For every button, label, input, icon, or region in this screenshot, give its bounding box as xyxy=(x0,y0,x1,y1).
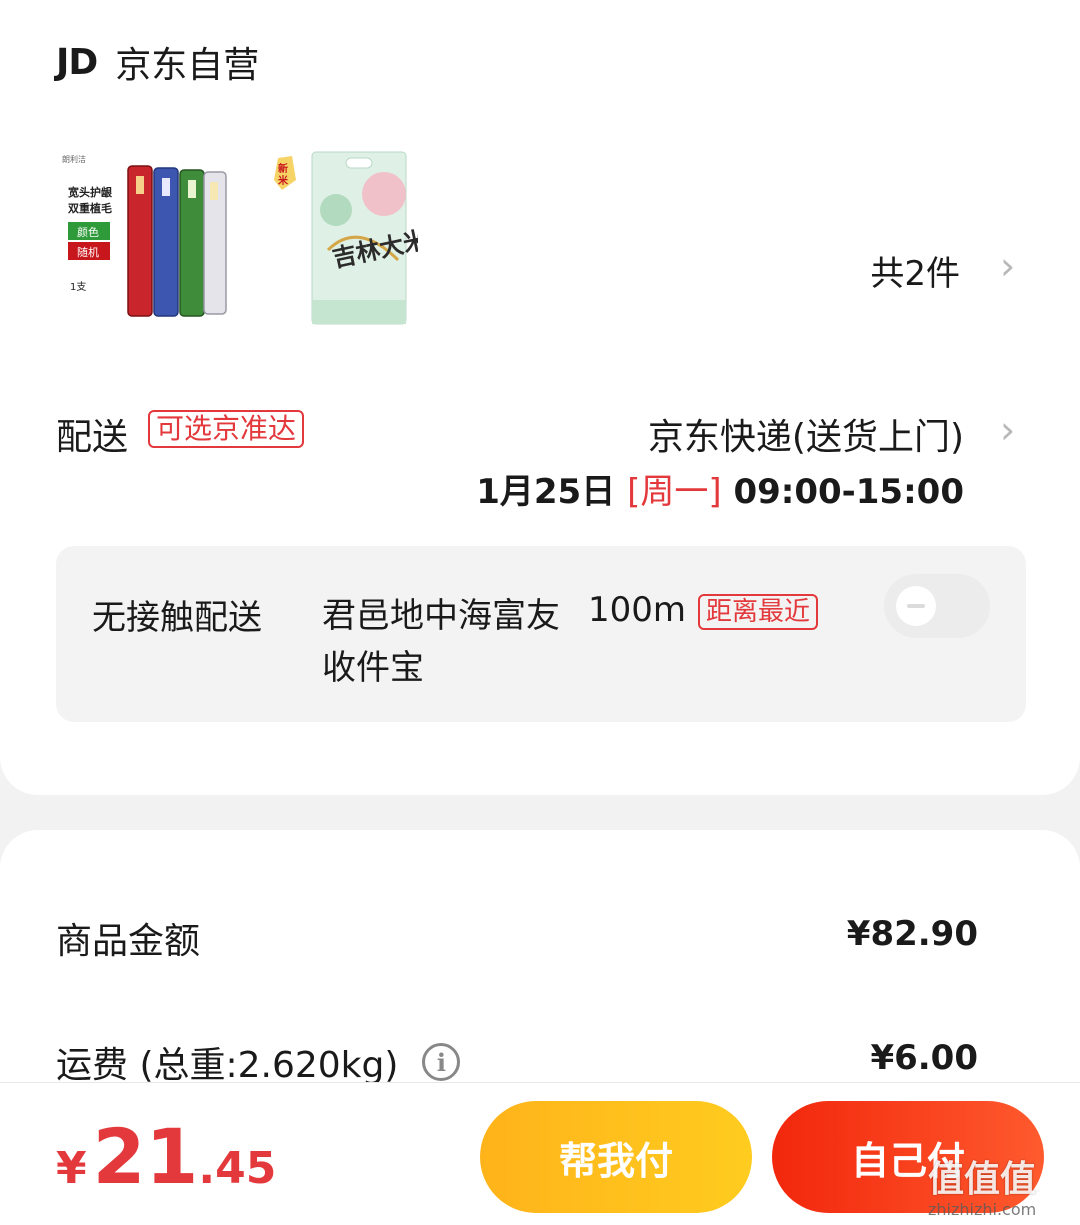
pickup-distance: 100m xyxy=(588,590,687,630)
contactless-label: 无接触配送 xyxy=(92,598,262,638)
delivery-date: 1月25日 xyxy=(476,472,616,512)
delivery-time[interactable]: 1月25日 [周一] 09:00-15:00 xyxy=(476,464,964,513)
item-count[interactable]: 共2件 xyxy=(870,246,960,295)
goods-amount-label: 商品金额 xyxy=(56,921,201,962)
product-thumbnail-toothbrush[interactable]: 朗利洁 宽头护龈 双重植毛 颜色 随机 1支 xyxy=(56,150,232,326)
jingzhunda-tag[interactable]: 可选京准达 xyxy=(148,410,305,448)
color-tag-text: 颜色 xyxy=(77,225,99,239)
chevron-right-icon[interactable]: › xyxy=(1000,244,1015,288)
product-thumbnail-rice[interactable]: 新 米 吉林大米 xyxy=(268,150,418,326)
rice-badge-top: 新 xyxy=(278,162,288,175)
checkout-bar: ¥ 21 .45 帮我付 自己付 xyxy=(0,1082,1080,1225)
total-integer: 21 xyxy=(92,1112,199,1201)
shipping-value: ¥6.00 xyxy=(870,1038,978,1078)
contactless-toggle[interactable] xyxy=(884,574,990,638)
rice-badge-bottom: 米 xyxy=(278,174,289,187)
watermark-site: zhizhizhi.com xyxy=(928,1200,1037,1219)
help-pay-button[interactable]: 帮我付 xyxy=(480,1101,752,1213)
toothbrush-line1: 宽头护龈 xyxy=(67,185,113,199)
shop-name: 京东自营 xyxy=(115,45,260,86)
chevron-right-icon[interactable]: › xyxy=(1000,408,1015,452)
pickup-locker-address: 君邑地中海富友收件宝 xyxy=(322,596,560,688)
total-price: ¥ 21 .45 xyxy=(56,1117,276,1197)
delivery-weekday: [周一] xyxy=(627,472,722,512)
currency-symbol: ¥ xyxy=(56,1143,87,1194)
random-tag-text: 随机 xyxy=(77,245,99,259)
toothbrush-brand: 朗利洁 xyxy=(62,154,86,164)
jd-logo: JD xyxy=(56,41,98,83)
shop-header: JD 京东自营 xyxy=(56,36,259,88)
delivery-window: 09:00-15:00 xyxy=(733,472,964,512)
info-icon[interactable]: i xyxy=(422,1043,461,1081)
contactless-delivery-box: 无接触配送 君邑地中海富友收件宝 100m 距离最近 xyxy=(56,546,1026,722)
goods-amount-value: ¥82.90 xyxy=(846,914,978,954)
delivery-label: 配送 xyxy=(56,417,129,458)
toothbrush-line2: 双重植毛 xyxy=(68,201,112,215)
shipping-row: 运费 (总重:2.620kg) i xyxy=(56,1036,461,1088)
delivery-carrier[interactable]: 京东快递(送货上门) xyxy=(648,408,964,460)
toggle-knob xyxy=(896,586,936,626)
nearest-tag: 距离最近 xyxy=(698,594,819,630)
order-shop-card: JD 京东自营 朗利洁 宽头护龈 双重植毛 颜色 随机 1支 新 米 吉林大米 … xyxy=(0,0,1080,795)
watermark-logo: 值值值 xyxy=(928,1159,1037,1200)
toothbrush-qty: 1支 xyxy=(70,281,86,293)
total-decimal: .45 xyxy=(198,1143,277,1194)
shipping-label: 运费 (总重:2.620kg) xyxy=(56,1045,399,1086)
